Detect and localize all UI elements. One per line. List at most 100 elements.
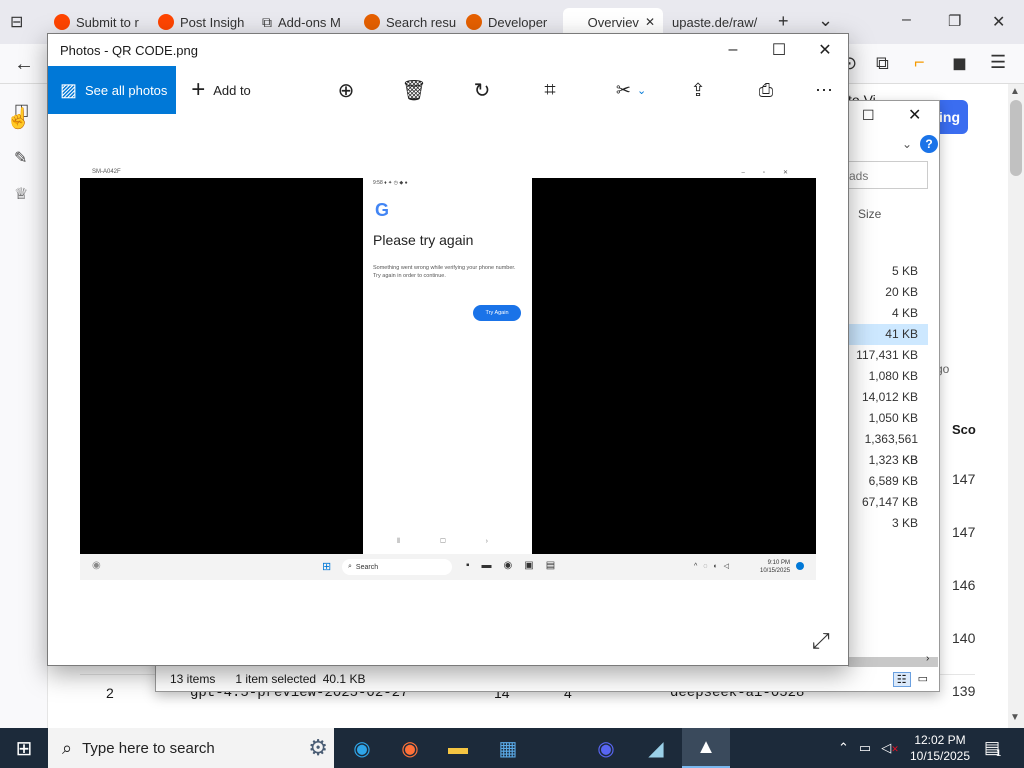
selected-size: 40.1 KB bbox=[322, 672, 366, 686]
scrollbar-thumb[interactable] bbox=[1010, 100, 1022, 176]
maximize-button[interactable]: ☐ bbox=[756, 34, 802, 66]
size-column-header[interactable]: Size bbox=[858, 207, 881, 221]
file-size-cell[interactable]: 1,323 KB bbox=[848, 450, 928, 471]
rank-cell: 2 bbox=[106, 685, 114, 701]
add-to-button[interactable]: + Add to bbox=[186, 66, 256, 114]
firefox-icon bbox=[364, 14, 380, 30]
file-size-cell[interactable]: 20 KB bbox=[848, 282, 928, 303]
tab-label: Add-ons M bbox=[278, 14, 341, 30]
firefox-icon[interactable]: ◉ bbox=[386, 728, 434, 768]
details-view-icon[interactable]: ☷ bbox=[892, 671, 911, 687]
file-size-cell[interactable]: 117,431 KB bbox=[848, 345, 928, 366]
close-icon[interactable]: ✕ bbox=[908, 105, 921, 125]
inner-notification-icon bbox=[796, 562, 804, 570]
inner-window-title: SM-A042F bbox=[92, 169, 121, 175]
file-explorer-icon[interactable]: ▬ bbox=[434, 728, 482, 768]
tiles-view-icon[interactable]: ▭ bbox=[915, 672, 931, 687]
file-size-cell[interactable]: 4 KB bbox=[848, 303, 928, 324]
back-arrow-icon[interactable]: ← bbox=[14, 53, 34, 76]
extension-icon[interactable]: ⌐ bbox=[914, 52, 925, 73]
close-button[interactable]: ✕ bbox=[802, 34, 848, 66]
edit-icon[interactable]: ✂ ⌄ bbox=[606, 66, 656, 114]
inner-window-controls: –▫✕ bbox=[741, 169, 806, 176]
google-logo: G bbox=[375, 200, 390, 220]
browser-tab[interactable]: Developer bbox=[466, 8, 556, 36]
app-icon[interactable]: ▦ bbox=[484, 728, 532, 768]
search-highlight-icon: ⚙ bbox=[308, 735, 328, 760]
tab-label: Submit to r bbox=[76, 14, 139, 30]
scroll-down-icon[interactable]: ▼ bbox=[1010, 712, 1020, 723]
help-icon[interactable]: ? bbox=[920, 135, 938, 153]
photos-icon: ▨ bbox=[60, 79, 78, 100]
print-icon[interactable]: ⎙ bbox=[748, 66, 784, 114]
file-size-cell[interactable]: 14,012 KB bbox=[848, 387, 928, 408]
file-size-cell[interactable]: 3 KB bbox=[848, 513, 928, 534]
discord-icon[interactable]: ◉ bbox=[582, 728, 630, 768]
more-icon[interactable]: ⋯ bbox=[806, 66, 842, 114]
inner-search-label: Search bbox=[355, 563, 379, 571]
phone-heading: Please try again bbox=[373, 232, 474, 248]
edge-icon[interactable]: ◉ bbox=[338, 728, 386, 768]
browser-tab[interactable]: ⧉ Add-ons M bbox=[262, 8, 352, 36]
tab-list-button[interactable]: ⌄ bbox=[818, 10, 833, 31]
see-all-photos-button[interactable]: ▨ See all photos bbox=[48, 66, 176, 114]
menu-icon[interactable]: ☰ bbox=[990, 52, 1006, 73]
photos-app-icon[interactable]: ▲ bbox=[682, 728, 730, 768]
browser-tab[interactable]: upaste.de/raw/ bbox=[672, 8, 766, 36]
extensions-icon[interactable]: ⧉ bbox=[876, 53, 889, 74]
file-size-cell[interactable]: 5 KB bbox=[848, 261, 928, 282]
taskbar-search-input[interactable]: ⌕ Type here to search ⚙ bbox=[48, 728, 334, 768]
search-input[interactable]: ads bbox=[848, 161, 928, 189]
close-window-button[interactable]: ✕ bbox=[992, 12, 1005, 32]
horizontal-scrollbar[interactable] bbox=[848, 657, 938, 667]
container-icon[interactable]: ◼ bbox=[952, 53, 967, 74]
window-title: Photos - QR CODE.png bbox=[60, 42, 198, 58]
file-size-cell[interactable]: 67,147 KB bbox=[848, 492, 928, 513]
start-button[interactable]: ⊞ bbox=[0, 728, 48, 768]
notification-count: 1 bbox=[996, 748, 1002, 758]
rotate-icon[interactable]: ↻ bbox=[464, 66, 500, 114]
score-value: 147 bbox=[952, 471, 976, 487]
tab-overview-icon[interactable]: ⊟ bbox=[10, 12, 23, 32]
scroll-up-icon[interactable]: ▲ bbox=[1010, 86, 1020, 97]
maximize-icon[interactable]: ☐ bbox=[862, 107, 875, 124]
notification-center-icon[interactable]: ▤ 1 bbox=[984, 728, 1001, 768]
share-icon[interactable]: ⇪ bbox=[680, 66, 716, 114]
browser-tab[interactable]: Submit to r bbox=[54, 8, 150, 36]
hand-cursor-icon: ☝ bbox=[6, 108, 31, 130]
edit-icon[interactable]: ✎ bbox=[14, 148, 27, 168]
maximize-window-button[interactable]: ❐ bbox=[948, 12, 961, 30]
page-scrollbar[interactable] bbox=[1008, 84, 1024, 728]
delete-icon[interactable]: 🗑 bbox=[396, 66, 432, 114]
file-size-cell[interactable]: 41 KB bbox=[848, 324, 928, 345]
volume-icon[interactable]: ◁✕ bbox=[881, 740, 899, 756]
close-tab-icon[interactable]: ✕ bbox=[645, 15, 655, 29]
new-tab-button[interactable]: + bbox=[778, 11, 789, 32]
inner-taskbar: ◉ ⊞ ⌕ Search ▪▬◉▣▤ ^◌◐◁ 9:10 PM 10/15/2025 bbox=[80, 554, 816, 580]
clock[interactable]: 12:02 PM 10/15/2025 bbox=[908, 728, 972, 768]
file-size-cell[interactable]: 1,363,561 KB bbox=[848, 429, 928, 467]
browser-tab[interactable]: Search resu bbox=[364, 8, 456, 36]
see-all-label: See all photos bbox=[85, 82, 168, 98]
fullscreen-icon[interactable]: ⤢ bbox=[812, 628, 830, 654]
app-icon[interactable]: ◢ bbox=[632, 728, 680, 768]
chevron-up-icon[interactable]: ⌃ bbox=[838, 740, 849, 756]
browser-tab[interactable]: Post Insigh bbox=[158, 8, 248, 36]
chevron-down-icon[interactable]: ⌄ bbox=[902, 137, 912, 151]
search-placeholder: Type here to search bbox=[82, 739, 215, 757]
file-size-cell[interactable]: 1,050 KB bbox=[848, 408, 928, 429]
zoom-in-icon[interactable]: ⊕ bbox=[328, 66, 364, 114]
browser-tab-active[interactable]: Overviev ✕ bbox=[563, 8, 663, 36]
file-size-cell[interactable]: 1,080 KB bbox=[848, 366, 928, 387]
score-value: 146 bbox=[952, 577, 976, 593]
crop-icon[interactable]: ⌗ bbox=[532, 66, 568, 114]
scroll-right-icon[interactable]: › bbox=[926, 653, 929, 664]
system-tray: ⌃ ▭ ◁✕ bbox=[838, 728, 899, 768]
score-column-header: Sco bbox=[952, 422, 976, 437]
network-icon[interactable]: ▭ bbox=[859, 740, 871, 756]
minimize-button[interactable]: – bbox=[710, 34, 756, 66]
minimize-window-button[interactable]: – bbox=[902, 11, 911, 29]
try-again-button: Try Again bbox=[473, 305, 521, 321]
trophy-icon[interactable]: ♕ bbox=[14, 184, 28, 204]
file-size-cell[interactable]: 6,589 KB bbox=[848, 471, 928, 492]
